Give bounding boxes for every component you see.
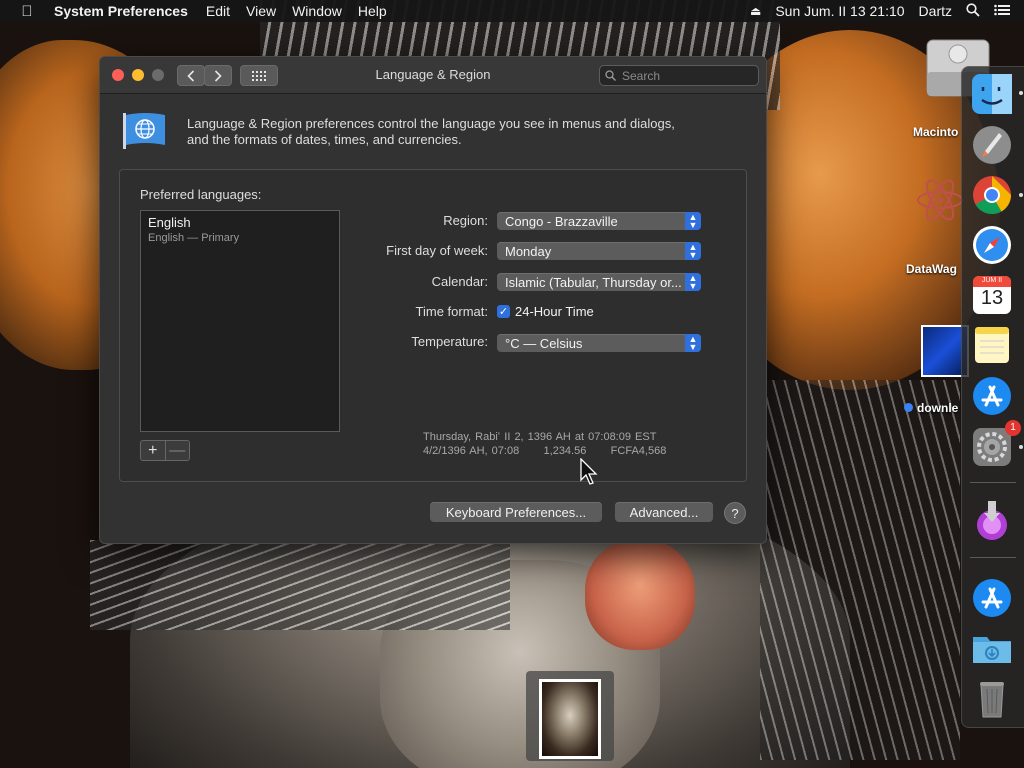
chrome-icon[interactable] [971, 174, 1013, 216]
popup-arrows-icon: ▲ ▼ [685, 242, 701, 260]
dock-separator [970, 482, 1016, 483]
first-day-popup[interactable]: Monday ▲ ▼ [497, 242, 701, 260]
wallpaper-tongue [585, 540, 695, 650]
region-value: Congo - Brazzaville [505, 213, 618, 229]
temperature-popup[interactable]: °C — Celsius ▲ ▼ [497, 334, 701, 352]
menubar-clock[interactable]: Sun Jum. II 13 21:10 [775, 3, 904, 19]
menubar-user[interactable]: Dartz [919, 3, 952, 19]
language-name: English [148, 215, 191, 230]
dog-photo-image [539, 679, 601, 759]
notification-badge: 1 [1005, 420, 1021, 436]
downloads-folder-icon[interactable] [971, 627, 1013, 669]
intro-line-1: Language & Region preferences control th… [187, 116, 675, 131]
running-indicator [1019, 193, 1023, 197]
menu-bar:  System Preferences Edit View Window He… [0, 0, 1024, 22]
trash-icon[interactable] [971, 677, 1013, 719]
temperature-label: Temperature: [411, 334, 488, 349]
calendar-day: 13 [980, 287, 1004, 309]
24-hour-time-label[interactable]: 24-Hour Time [515, 304, 594, 319]
globe-flag-icon [121, 111, 167, 151]
eject-icon[interactable]: ⏏ [750, 4, 761, 18]
intro-line-2: and the formats of dates, times, and cur… [187, 132, 462, 147]
notification-center-icon[interactable] [994, 3, 1010, 19]
search-field[interactable]: Search [599, 65, 759, 86]
format-sample-numbers: 4/2/1396 AH, 07:08 1,234.56 FCFA4,568 [423, 445, 667, 457]
calendar-value: Islamic (Tabular, Thursday or... [505, 274, 682, 290]
calendar-popup[interactable]: Islamic (Tabular, Thursday or... ▲ ▼ [497, 273, 701, 291]
app-store-icon[interactable] [971, 375, 1013, 417]
help-button[interactable]: ? [724, 502, 746, 524]
download-file-label[interactable]: downle [904, 401, 958, 415]
menu-view[interactable]: View [246, 3, 276, 19]
remove-language-button[interactable]: — [164, 441, 190, 460]
spotlight-search-icon[interactable] [966, 2, 980, 20]
launchpad-icon[interactable] [971, 124, 1013, 166]
intro-text: Language & Region preferences control th… [187, 116, 727, 148]
notes-icon[interactable] [971, 324, 1013, 366]
menu-window[interactable]: Window [292, 3, 342, 19]
dock-separator [970, 557, 1016, 558]
safari-icon[interactable] [971, 224, 1013, 266]
window-titlebar[interactable]: Language & Region Search [100, 57, 766, 94]
wallpaper-hair [90, 540, 510, 630]
download-file-name: downle [917, 401, 959, 415]
first-day-value: Monday [505, 243, 552, 259]
popup-arrows-icon: ▲ ▼ [685, 334, 701, 352]
calendar-label: Calendar: [431, 274, 488, 289]
blue-tag-dot-icon [904, 403, 913, 412]
format-sample-date: Thursday, Rabiʻ II 2, 1396 AH at 07:08:0… [423, 431, 657, 443]
datawag-label[interactable]: DataWag [906, 262, 957, 276]
app-menu[interactable]: System Preferences [54, 3, 188, 19]
advanced-button[interactable]: Advanced... [615, 502, 713, 522]
preferred-languages-label: Preferred languages: [140, 187, 262, 202]
installer-icon[interactable] [971, 499, 1013, 541]
wallpaper-hair [760, 380, 960, 760]
screenshot-thumbnail[interactable] [526, 671, 614, 761]
region-label: Region: [443, 213, 488, 228]
popup-arrows-icon: ▲ ▼ [685, 273, 701, 291]
first-day-label: First day of week: [386, 243, 488, 258]
language-region-window: Language & Region Search Language & Regi… [99, 56, 767, 544]
hard-disk-label[interactable]: Macinto [913, 125, 958, 139]
region-popup[interactable]: Congo - Brazzaville ▲ ▼ [497, 212, 701, 230]
settings-panel: Preferred languages: English English — P… [119, 169, 747, 482]
apple-menu-icon[interactable]:  [0, 3, 54, 20]
system-preferences-icon[interactable]: 1 [971, 420, 1021, 468]
search-placeholder: Search [622, 68, 661, 83]
add-language-button[interactable]: + [141, 441, 165, 460]
language-detail: English — Primary [148, 232, 240, 244]
running-indicator [1019, 91, 1023, 95]
app-store-2-icon[interactable] [971, 577, 1013, 619]
popup-arrows-icon: ▲ ▼ [685, 212, 701, 230]
dock: JUM II 13 1 [961, 66, 1024, 728]
add-remove-control: + — [140, 440, 190, 461]
menu-edit[interactable]: Edit [206, 3, 230, 19]
calendar-month: JUM II [981, 277, 1003, 284]
atom-app-icon[interactable] [915, 172, 965, 256]
keyboard-preferences-button[interactable]: Keyboard Preferences... [430, 502, 602, 522]
search-icon [605, 70, 616, 81]
24-hour-time-checkbox[interactable]: ✓ [497, 305, 510, 318]
finder-icon[interactable] [971, 73, 1013, 115]
menu-help[interactable]: Help [358, 3, 387, 19]
calendar-icon[interactable]: JUM II 13 [971, 274, 1013, 316]
running-indicator [1019, 445, 1023, 449]
mouse-cursor-icon [580, 457, 598, 491]
time-format-label: Time format: [415, 304, 488, 319]
preferred-languages-list[interactable]: English English — Primary [140, 210, 340, 432]
temperature-value: °C — Celsius [505, 335, 583, 351]
